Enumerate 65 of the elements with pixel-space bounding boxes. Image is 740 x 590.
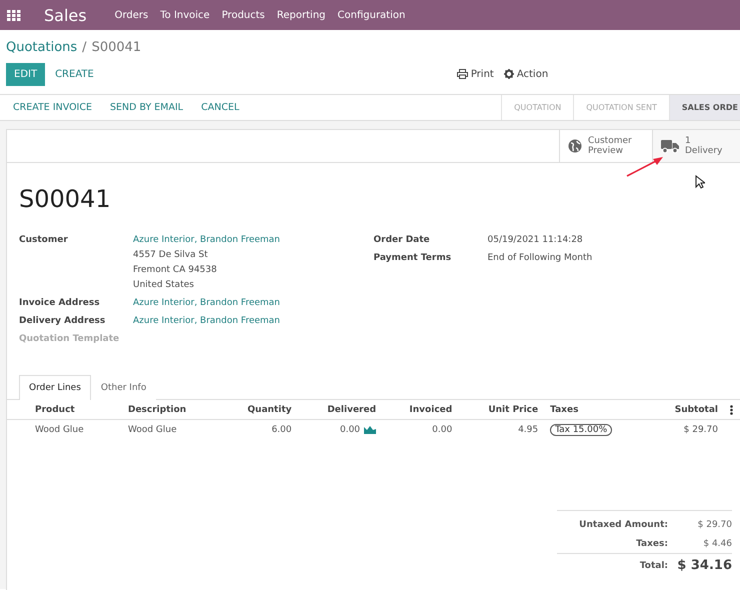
field-label: Payment Terms — [374, 252, 452, 265]
delivery-button[interactable]: 1 Delivery — [652, 130, 740, 162]
table-cell: 6.00 — [220, 420, 298, 440]
field-value: End of Following Month — [488, 252, 592, 265]
field-value: 05/19/2021 11:14:28 — [488, 234, 583, 247]
customer-link[interactable]: Azure Interior, Brandon Freeman — [133, 314, 280, 329]
field-label: Customer — [19, 234, 69, 247]
column-header: Subtotal — [647, 400, 724, 420]
field-label: Invoice Address — [19, 297, 101, 310]
breadcrumb-current: S00041 — [92, 40, 142, 54]
total-value: $ 4.46 — [702, 538, 732, 548]
field-label: Delivery Address — [19, 315, 106, 328]
mouse-cursor-icon — [695, 175, 705, 189]
column-header: Invoiced — [382, 400, 458, 420]
customer-link[interactable]: Azure Interior, Brandon Freeman — [133, 233, 280, 248]
area-chart-icon — [364, 425, 376, 434]
total-label: Untaxed Amount: — [579, 520, 668, 530]
action-button[interactable]: Action — [504, 68, 548, 80]
address-line: 4557 De Silva St — [133, 249, 209, 262]
column-header: Taxes — [544, 400, 648, 420]
create-button[interactable]: CREATE — [45, 62, 104, 86]
column-header: Delivered — [298, 400, 382, 420]
column-header: Product — [7, 400, 122, 420]
header-button[interactable]: SEND BY EMAIL — [100, 95, 192, 120]
menu-item[interactable]: To Invoice — [160, 10, 210, 20]
breadcrumb-link[interactable]: Quotations — [6, 40, 78, 54]
table-cell: Wood Glue — [122, 420, 220, 440]
table-cell: 0.00 — [340, 425, 360, 435]
menu-item[interactable]: Orders — [114, 10, 148, 20]
column-header: Unit Price — [458, 400, 544, 420]
app-title: Sales — [44, 6, 87, 24]
header-button[interactable]: CREATE INVOICE — [4, 95, 101, 120]
tab[interactable]: Order Lines — [19, 375, 91, 400]
menu-item[interactable]: Configuration — [338, 10, 406, 20]
truck-icon — [661, 139, 679, 153]
total-value: $ 29.70 — [696, 520, 732, 530]
tax-tag: Tax 15.00% — [550, 424, 612, 436]
menu-item[interactable]: Reporting — [276, 10, 326, 20]
address-line: Fremont CA 94538 — [133, 264, 218, 277]
total-value: $ 34.16 — [676, 558, 732, 573]
order-number: S00041 — [19, 185, 112, 213]
table-cell: 4.95 — [458, 420, 544, 440]
column-header: Quantity — [220, 400, 298, 420]
total-label: Taxes: — [636, 538, 668, 548]
edit-button[interactable]: EDIT — [6, 62, 46, 86]
print-button[interactable]: Print — [456, 68, 494, 80]
table-cell: $ 29.70 — [647, 420, 724, 440]
status-stage[interactable]: SALES ORDE — [668, 95, 740, 120]
apps-menu-icon[interactable] — [7, 10, 21, 20]
table-cell: Wood Glue — [7, 420, 122, 440]
table-cell: 0.00 — [382, 420, 458, 440]
field-label: Order Date — [374, 234, 431, 247]
breadcrumb-separator: / — [82, 40, 87, 54]
globe-icon — [568, 139, 582, 153]
column-options-icon — [730, 404, 733, 414]
field-label: Quotation Template — [19, 333, 120, 346]
header-button[interactable]: CANCEL — [192, 95, 248, 120]
printer-icon — [456, 69, 468, 79]
customer-link[interactable]: Azure Interior, Brandon Freeman — [133, 296, 280, 311]
menu-item[interactable]: Products — [222, 10, 265, 20]
annotation-arrow — [625, 154, 665, 178]
address-line: United States — [133, 279, 195, 292]
total-label: Total: — [640, 560, 668, 570]
column-header: Description — [122, 400, 220, 420]
gear-icon — [504, 69, 514, 79]
